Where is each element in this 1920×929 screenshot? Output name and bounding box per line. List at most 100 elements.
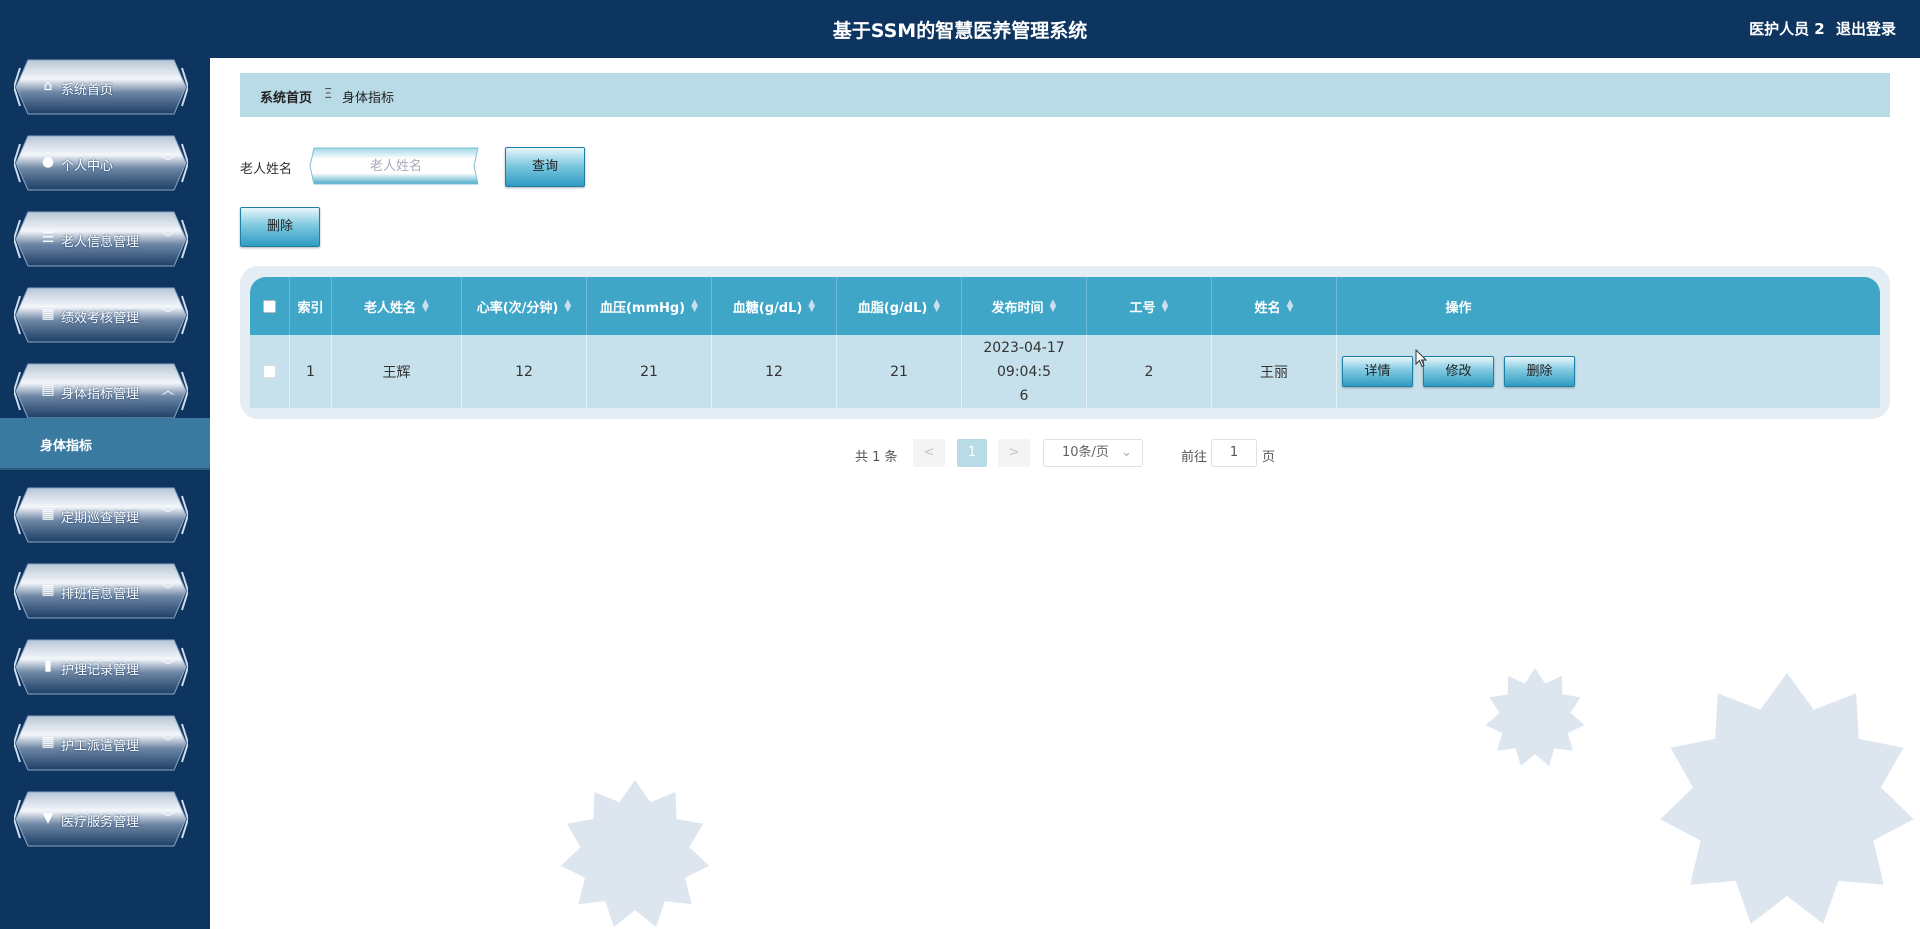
cell-publish-time: 2023-04-17 09:04:5 6 bbox=[962, 335, 1087, 408]
col-header-staff-id[interactable]: 工号 ▲ ▼ bbox=[1087, 277, 1212, 335]
decorative-star-shape bbox=[560, 780, 710, 927]
sidebar-item-8[interactable]: ▦ 护工派遣管理 ﹀ bbox=[14, 714, 188, 772]
pagination-prev-button[interactable]: < bbox=[913, 439, 945, 467]
pagination-next-button[interactable]: > bbox=[998, 439, 1030, 467]
cell-blood-sugar: 12 bbox=[712, 335, 837, 408]
grid-icon: ▦ bbox=[41, 734, 55, 750]
bar-chart-icon: ▮ bbox=[44, 658, 52, 674]
delete-button[interactable]: 删除 bbox=[240, 207, 320, 247]
sidebar-item-7[interactable]: ▮ 护理记录管理 ﹀ bbox=[14, 638, 188, 696]
chevron-down-icon: ⌄ bbox=[1121, 445, 1132, 460]
mouse-cursor-icon bbox=[1415, 349, 1428, 368]
sort-icon[interactable]: ▲ ▼ bbox=[933, 299, 940, 314]
breadcrumb-home[interactable]: 系统首页 bbox=[260, 87, 312, 106]
current-user: 医护人员 2 bbox=[1749, 20, 1825, 38]
home-icon: ⌂ bbox=[43, 78, 53, 94]
list-icon: ☰ bbox=[41, 230, 55, 246]
sidebar-subitem-body-metrics[interactable]: 身体指标 bbox=[0, 418, 210, 470]
chevron-down-icon: ﹀ bbox=[161, 735, 174, 749]
stamp-icon: ▼ bbox=[42, 810, 54, 826]
sidebar-item-label: 老人信息管理 bbox=[61, 235, 140, 250]
sidebar-item-label: 护理记录管理 bbox=[61, 663, 140, 678]
grid-icon: ▦ bbox=[41, 582, 55, 598]
user-area: 医护人员 2 退出登录 bbox=[1743, 18, 1896, 39]
grid-icon: ▦ bbox=[41, 306, 55, 322]
edit-button[interactable]: 修改 bbox=[1423, 356, 1494, 387]
table-header: 索引 老人姓名 ▲ ▼ 心率(次/分钟) ▲ ▼ 血压(mmHg) ▲ ▼ 血糖(g/dL)… bbox=[250, 277, 1880, 335]
page-size-value: 10条/页 bbox=[1062, 445, 1109, 460]
row-checkbox[interactable] bbox=[263, 365, 276, 378]
grid-icon: ▦ bbox=[41, 506, 55, 522]
search-input-wrapper bbox=[308, 146, 484, 186]
page-size-select[interactable]: 10条/页 ⌄ bbox=[1043, 439, 1143, 467]
logout-link[interactable]: 退出登录 bbox=[1836, 20, 1896, 38]
person-icon: ● bbox=[41, 154, 55, 170]
sidebar-item-label: 身体指标管理 bbox=[61, 387, 140, 402]
sidebar-subitem-label: 身体指标 bbox=[40, 439, 93, 454]
data-table: 索引 老人姓名 ▲ ▼ 心率(次/分钟) ▲ ▼ 血压(mmHg) ▲ ▼ 血糖(g/dL)… bbox=[240, 266, 1890, 419]
chevron-down-icon: ﹀ bbox=[161, 155, 174, 169]
clipboard-icon: ▤ bbox=[41, 382, 55, 398]
sort-icon[interactable]: ▲ ▼ bbox=[564, 299, 571, 314]
cell-staff-id: 2 bbox=[1087, 335, 1212, 408]
cell-blood-lipid: 21 bbox=[837, 335, 962, 408]
col-header-actions: 操作 bbox=[1445, 300, 1472, 316]
top-bar: 基于SSM的智慧医养管理系统 医护人员 2 退出登录 bbox=[0, 0, 1920, 58]
sidebar-item-label: 绩效考核管理 bbox=[61, 311, 140, 326]
decorative-star-shape bbox=[1485, 668, 1585, 766]
breadcrumb-current: 身体指标 bbox=[342, 91, 395, 106]
decorative-star-shape bbox=[1660, 673, 1914, 924]
cell-blood-pressure: 21 bbox=[587, 335, 712, 408]
search-input[interactable] bbox=[320, 154, 472, 178]
col-header-heart-rate[interactable]: 心率(次/分钟) ▲ ▼ bbox=[462, 277, 587, 335]
chevron-down-icon: ﹀ bbox=[161, 307, 174, 321]
breadcrumb: 系统首页 Ξ 身体指标 bbox=[240, 73, 1890, 117]
sidebar-item-4[interactable]: ▤ 身体指标管理 ︿ bbox=[14, 362, 188, 420]
cell-actions: 详情 修改 删除 bbox=[1337, 335, 1580, 408]
cell-elder-name: 王辉 bbox=[332, 335, 462, 408]
sidebar-item-label: 排班信息管理 bbox=[61, 587, 140, 602]
cell-staff-name: 王丽 bbox=[1212, 335, 1337, 408]
row-delete-button[interactable]: 删除 bbox=[1504, 356, 1575, 387]
app-title: 基于SSM的智慧医养管理系统 bbox=[832, 20, 1088, 42]
col-header-blood-lipid[interactable]: 血脂(g/dL) ▲ ▼ bbox=[837, 277, 962, 335]
publish-time-line2: 6 bbox=[1019, 387, 1029, 404]
chevron-down-icon: ﹀ bbox=[161, 583, 174, 597]
sidebar-item-0[interactable]: ⌂ 系统首页 bbox=[14, 58, 188, 116]
col-header-index: 索引 bbox=[290, 277, 332, 335]
pagination-goto-label: 前往 bbox=[1181, 450, 1208, 465]
pagination-page-1[interactable]: 1 bbox=[957, 439, 987, 467]
col-header-elder-name[interactable]: 老人姓名 ▲ ▼ bbox=[332, 277, 462, 335]
chevron-up-icon: ︿ bbox=[161, 383, 174, 397]
sort-icon[interactable]: ▲ ▼ bbox=[1050, 299, 1057, 314]
sort-icon[interactable]: ▲ ▼ bbox=[1287, 299, 1294, 314]
sidebar-item-6[interactable]: ▦ 排班信息管理 ﹀ bbox=[14, 562, 188, 620]
sort-icon[interactable]: ▲ ▼ bbox=[1162, 299, 1169, 314]
col-header-publish-time[interactable]: 发布时间 ▲ ▼ bbox=[962, 277, 1087, 335]
sidebar-item-3[interactable]: ▦ 绩效考核管理 ﹀ bbox=[14, 286, 188, 344]
sidebar-item-label: 系统首页 bbox=[61, 83, 114, 98]
sort-icon[interactable]: ▲ ▼ bbox=[422, 299, 429, 314]
breadcrumb-separator: Ξ bbox=[324, 87, 333, 102]
sidebar-item-label: 定期巡查管理 bbox=[61, 511, 140, 526]
chevron-down-icon: ﹀ bbox=[161, 659, 174, 673]
cell-index: 1 bbox=[290, 335, 332, 408]
select-all-checkbox[interactable] bbox=[263, 299, 276, 313]
sort-icon[interactable]: ▲ ▼ bbox=[808, 299, 815, 314]
sidebar-item-9[interactable]: ▼ 医疗服务管理 ﹀ bbox=[14, 790, 188, 848]
sidebar-item-5[interactable]: ▦ 定期巡查管理 ﹀ bbox=[14, 486, 188, 544]
chevron-down-icon: ﹀ bbox=[161, 507, 174, 521]
query-button[interactable]: 查询 bbox=[505, 147, 585, 187]
chevron-down-icon: ﹀ bbox=[161, 231, 174, 245]
sort-icon[interactable]: ▲ ▼ bbox=[691, 299, 698, 314]
sidebar-item-2[interactable]: ☰ 老人信息管理 ﹀ bbox=[14, 210, 188, 268]
table-row: 1 王辉 12 21 12 21 2023-04-17 09:04:5 6 2 … bbox=[250, 335, 1880, 408]
pagination-goto-input[interactable]: 1 bbox=[1211, 439, 1257, 467]
col-header-blood-sugar[interactable]: 血糖(g/dL) ▲ ▼ bbox=[712, 277, 837, 335]
sidebar-item-label: 个人中心 bbox=[61, 159, 114, 174]
sidebar-item-1[interactable]: ● 个人中心 ﹀ bbox=[14, 134, 188, 192]
col-header-staff-name[interactable]: 姓名 ▲ ▼ bbox=[1212, 277, 1337, 335]
sidebar-item-label: 护工派遣管理 bbox=[61, 739, 140, 754]
col-header-blood-pressure[interactable]: 血压(mmHg) ▲ ▼ bbox=[587, 277, 712, 335]
detail-button[interactable]: 详情 bbox=[1342, 356, 1413, 387]
